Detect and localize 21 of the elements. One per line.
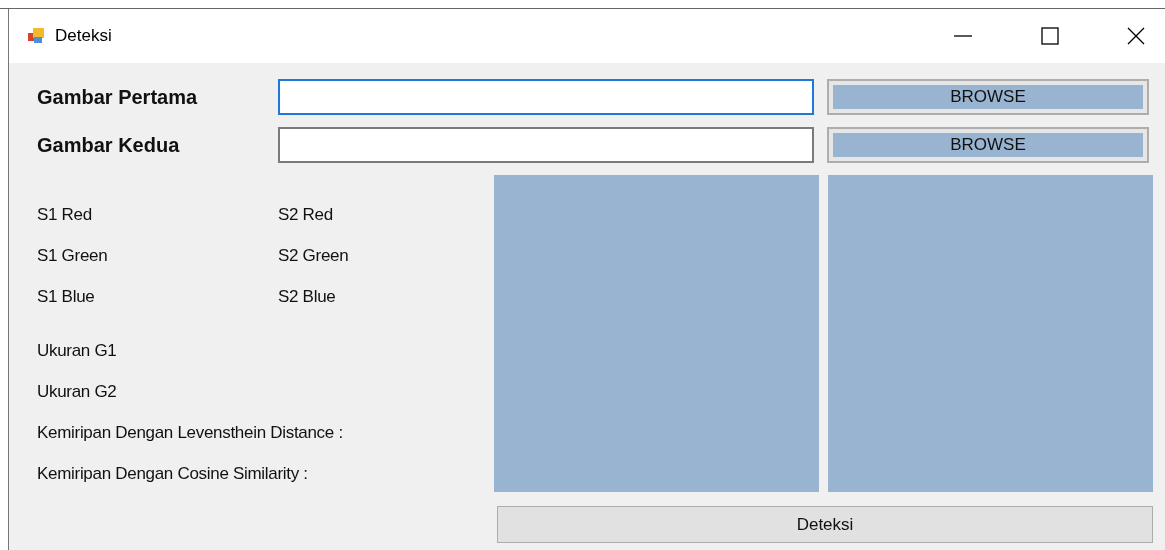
app-icon	[27, 27, 45, 45]
field-label: Gambar Kedua	[37, 133, 181, 157]
result-label: Ukuran G1	[37, 340, 118, 362]
path-field[interactable]	[278, 79, 814, 115]
maximize-icon[interactable]	[1041, 27, 1059, 45]
result-label: Kemiripan Dengan Cosine Similarity :	[37, 463, 309, 485]
stat-label: S1 Blue	[37, 286, 96, 308]
stat-label: S2 Blue	[278, 286, 337, 308]
path-field[interactable]	[278, 127, 814, 163]
browse-button[interactable]: BROWSE	[827, 127, 1149, 163]
result-label: Kemiripan Dengan Levensthein Distance :	[37, 422, 344, 444]
stat-label: S2 Green	[278, 245, 350, 267]
result-label: Ukuran G2	[37, 381, 118, 403]
stat-label: S1 Red	[37, 204, 93, 226]
browse-button[interactable]: BROWSE	[827, 79, 1149, 115]
detect-button[interactable]: Deteksi	[497, 506, 1153, 543]
window-title: Deteksi	[55, 26, 112, 46]
field-label: Gambar Pertama	[37, 85, 199, 109]
stat-label: S2 Red	[278, 204, 334, 226]
close-icon[interactable]	[1127, 27, 1145, 45]
stat-label: S1 Green	[37, 245, 109, 267]
